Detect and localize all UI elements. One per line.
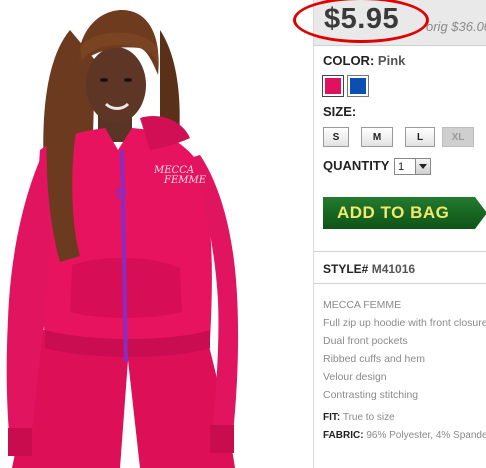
color-swatch-pink[interactable] [322,75,344,97]
description-line: Contrasting stitching [323,389,419,401]
style-number: STYLE# M41016 [323,262,415,276]
description-line: MECCA FEMME [323,299,402,311]
fit-spec: FIT: True to size [323,412,486,423]
divider [314,251,486,252]
logo-text: MECCA FEMME [154,166,206,186]
fabric-spec: FABRIC: 96% Polyester, 4% Spandex [323,430,486,441]
quantity-value: 1 [398,160,405,173]
size-button-xl: XL [442,127,474,147]
size-label: SIZE: [323,104,357,119]
color-selected-value: Pink [377,53,406,68]
description-line: Velour design [323,371,387,383]
fit-label: FIT: [323,412,341,423]
style-label: STYLE# [323,262,369,276]
color-label: COLOR: Pink [323,53,405,68]
description-line: Dual front pockets [323,335,408,347]
quantity-select[interactable]: 1 [394,158,431,175]
fit-value: True to size [342,412,395,423]
quantity-label: QUANTITY [323,158,390,173]
fabric-label: FABRIC: [323,430,364,441]
size-button-l[interactable]: L [405,127,435,147]
color-label-text: COLOR: [323,53,375,68]
product-details: $5.95 orig $36.00 COLOR: Pink SIZE: S M … [293,0,486,468]
size-button-s[interactable]: S [323,127,349,147]
description-line: Ribbed cuffs and hem [323,353,425,365]
divider [314,283,486,284]
original-price: orig $36.00 [426,19,486,34]
add-to-bag-button[interactable]: ADD TO BAG [323,197,486,229]
fabric-value: 96% Polyester, 4% Spandex [366,430,486,441]
product-image[interactable]: MECCA FEMME [0,0,312,468]
price-row: $5.95 orig $36.00 [293,0,486,46]
chevron-down-icon[interactable] [415,159,430,174]
style-value: M41016 [371,262,416,276]
product-description: MECCA FEMME Full zip up hoodie with fron… [323,296,486,404]
sale-price: $5.95 [324,3,400,35]
description-line: Full zip up hoodie with front closure [323,317,486,329]
size-button-m[interactable]: M [361,127,393,147]
color-swatch-blue[interactable] [347,75,369,97]
model-photo [6,10,239,468]
logo-line-2: FEMME [164,175,207,186]
